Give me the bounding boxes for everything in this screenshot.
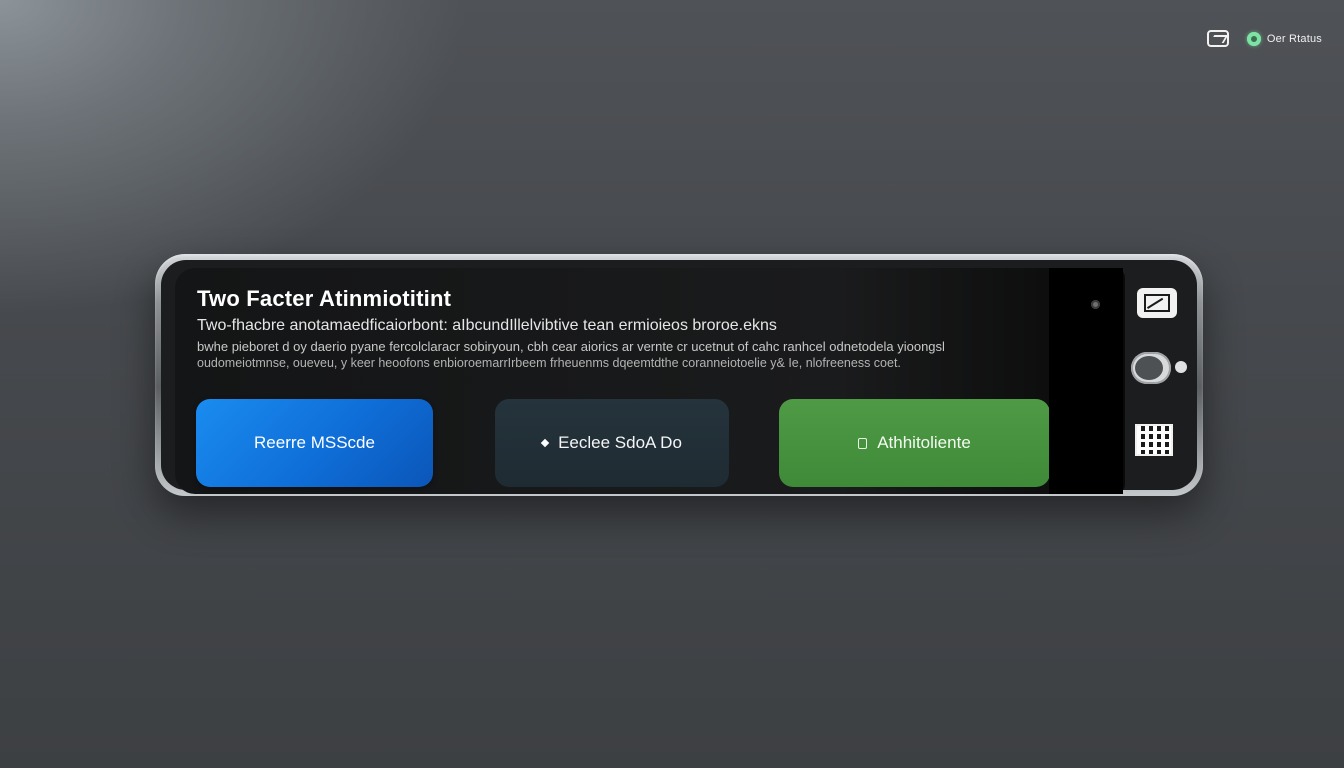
qr-code-icon[interactable]: [1135, 424, 1173, 456]
status-dot-icon: [1246, 31, 1261, 46]
auth-card: Two Facter Atinmiotitint Two-fhacbre ano…: [175, 268, 1125, 494]
card-description-line-2: bwhe pieboret d oy daerio pyane fercolcl…: [197, 339, 945, 354]
select-option-label: Eeclee SdoA Do: [558, 433, 682, 452]
resend-sms-code-label: Reerre MSScde: [254, 433, 375, 452]
card-description-line-1: Two-fhacbre anotamaedficaiorbont: aIbcun…: [197, 317, 777, 334]
select-option-button[interactable]: Eeclee SdoA Do: [495, 399, 729, 487]
connection-status: Oer Rtatus: [1246, 31, 1322, 46]
diamond-icon: [540, 438, 550, 448]
screen-cast-icon[interactable]: [1137, 288, 1177, 318]
top-right-status: Oer Rtatus: [1206, 30, 1322, 47]
device-frame: Two Facter Atinmiotitint Two-fhacbre ano…: [155, 254, 1203, 496]
card-title: Two Facter Atinmiotitint: [197, 286, 452, 311]
camera-icon: [1091, 300, 1100, 309]
toggle-switch[interactable]: [1131, 352, 1171, 384]
authenticator-button[interactable]: Athhitoliente: [779, 399, 1050, 487]
card-description-line-3: oudomeiotmnse, oueveu, y keer heoofons e…: [197, 356, 901, 370]
screen-edge: [1049, 268, 1123, 494]
cast-icon[interactable]: [1206, 30, 1229, 47]
device-bezel: Two Facter Atinmiotitint Two-fhacbre ano…: [161, 260, 1197, 494]
phone-icon: [858, 437, 868, 449]
toggle-indicator-icon: [1175, 361, 1187, 373]
authenticator-label: Athhitoliente: [877, 433, 971, 452]
status-text: Oer Rtatus: [1266, 32, 1322, 45]
resend-sms-code-button[interactable]: Reerre MSScde: [196, 399, 433, 487]
toggle-knob: [1135, 356, 1163, 380]
